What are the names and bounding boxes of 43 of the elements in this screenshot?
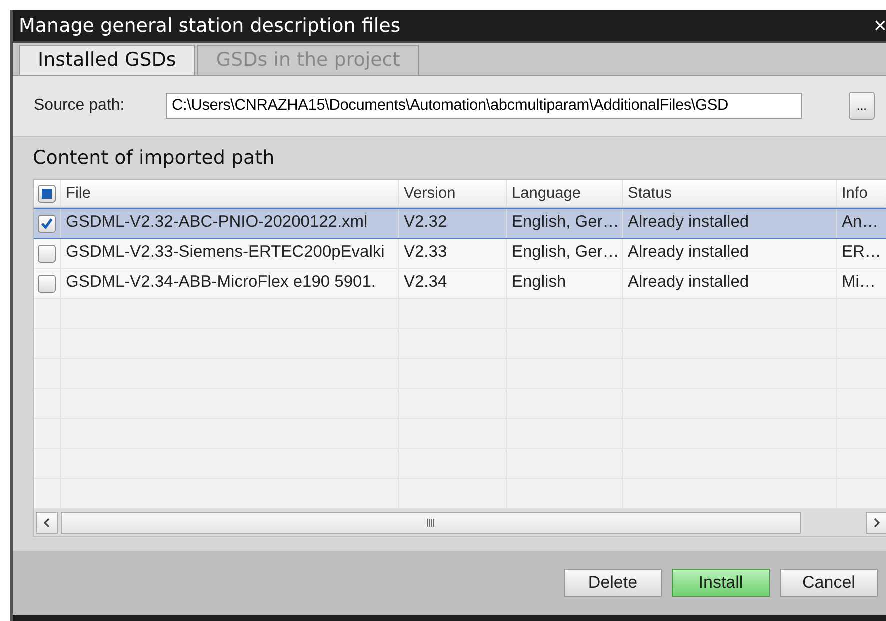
- close-button[interactable]: ×: [870, 12, 886, 38]
- table-cell: Already installed: [628, 213, 750, 231]
- table-cell: An…: [842, 213, 879, 231]
- table-cell: ER…: [842, 243, 882, 261]
- scrollbar-thumb[interactable]: [61, 512, 801, 534]
- source-path-label: Source path:: [34, 97, 126, 115]
- table-cell: English, Ger…: [512, 213, 620, 231]
- select-all-checkbox[interactable]: [38, 184, 56, 202]
- table-cell: Already installed: [628, 243, 750, 261]
- chevron-left-icon: [42, 518, 52, 528]
- table-cell: Already installed: [628, 273, 750, 291]
- column-header[interactable]: File: [61, 180, 399, 207]
- scroll-left-button[interactable]: [36, 512, 58, 534]
- dialog-button[interactable]: Delete: [564, 569, 662, 597]
- table-cell: V2.32: [404, 213, 448, 231]
- table-cell: English: [512, 273, 566, 291]
- grip-icon: [426, 518, 436, 528]
- table-cell: V2.33: [404, 243, 448, 261]
- table-cell: GSDML-V2.34-ABB-MicroFlex e190 5901.: [66, 273, 376, 291]
- table-row[interactable]: GSDML-V2.32-ABC-PNIO-20200122.xml V2.32 English, Ger… Already installed An…: [34, 208, 886, 239]
- window-title: Manage general station description files: [18, 14, 401, 36]
- chevron-right-icon: [872, 518, 882, 528]
- checkbox[interactable]: [38, 244, 56, 262]
- dialog-button[interactable]: Cancel: [780, 569, 878, 597]
- table-cell: GSDML-V2.32-ABC-PNIO-20200122.xml: [66, 213, 368, 231]
- table-cell: Mi…: [842, 273, 876, 291]
- column-header[interactable]: Version: [399, 180, 507, 207]
- table-row[interactable]: GSDML-V2.33-Siemens-ERTEC200pEvalki V2.33 English, Ger… Already installed ER…: [34, 239, 886, 269]
- table-cell: V2.34: [404, 273, 448, 291]
- scroll-right-button[interactable]: [866, 512, 886, 534]
- tab[interactable]: Installed GSDs: [19, 45, 196, 75]
- column-header[interactable]: Info: [837, 180, 886, 207]
- table-cell: English, Ger…: [512, 243, 620, 261]
- checkbox[interactable]: [38, 274, 56, 292]
- source-path-field[interactable]: C:\Users\CNRAZHA15\Documents\Automation\abcmultiparam\AdditionalFiles\GSD: [166, 93, 802, 119]
- column-header[interactable]: Status: [623, 180, 837, 207]
- checkbox[interactable]: [38, 214, 56, 232]
- section-title: Content of imported path: [33, 147, 276, 171]
- table-cell: GSDML-V2.33-Siemens-ERTEC200pEvalki: [66, 243, 385, 261]
- browse-button[interactable]: ...: [849, 92, 875, 120]
- dialog-button[interactable]: Install: [672, 569, 770, 597]
- table-row[interactable]: GSDML-V2.34-ABB-MicroFlex e190 5901. V2.34 English Already installed Mi…: [34, 269, 886, 299]
- column-header[interactable]: Language: [507, 180, 623, 207]
